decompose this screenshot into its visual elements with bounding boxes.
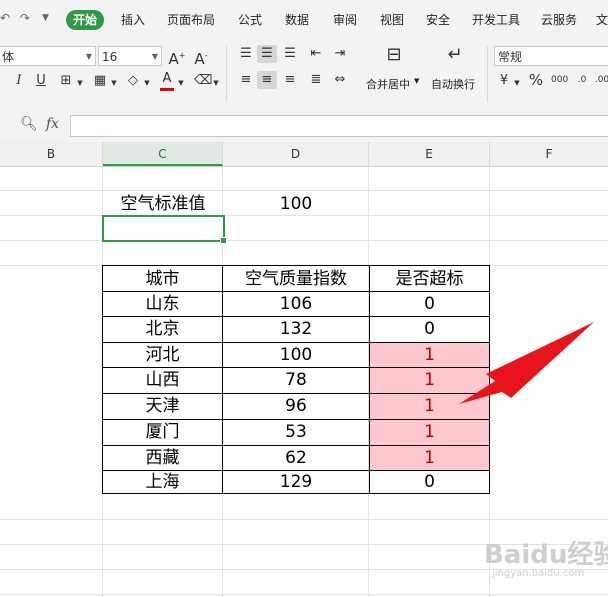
annotation-arrow: [459, 322, 594, 404]
watermark-logo: Baidu经验: [484, 540, 608, 570]
watermark-url: jingyan.baidu.com: [492, 568, 585, 579]
red-arrow-shape: [459, 322, 594, 404]
